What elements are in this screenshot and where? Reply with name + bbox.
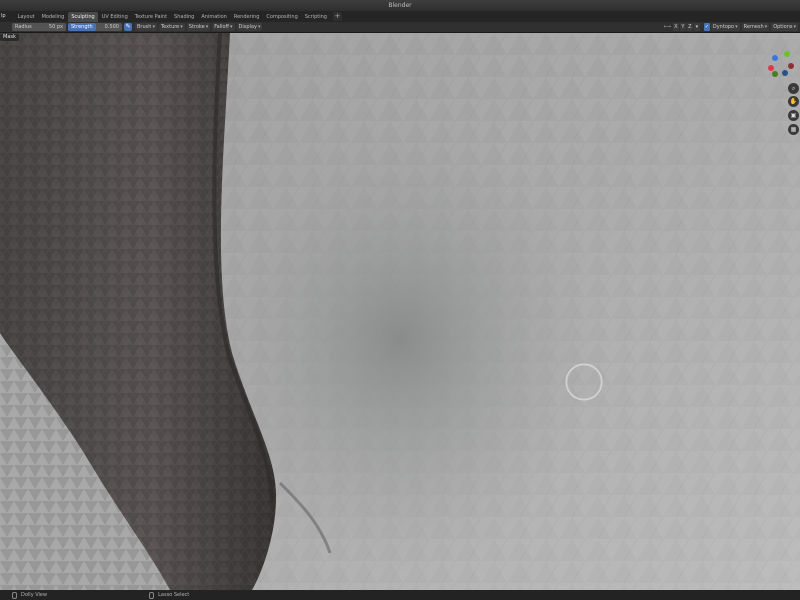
remesh-dropdown[interactable]: Remesh (741, 23, 770, 31)
camera-icon[interactable]: ▣ (788, 110, 799, 121)
hand-pan-icon[interactable]: ✋ (788, 96, 799, 107)
tab-sculpting[interactable]: Sculpting (68, 11, 98, 22)
mask-label: Mask (0, 34, 19, 41)
workspace-tab-bar: lp Layout Modeling Sculpting UV Editing … (0, 11, 800, 22)
mouse-right-icon (149, 591, 155, 599)
tab-scripting[interactable]: Scripting (302, 12, 330, 22)
strength-field[interactable]: Strength 0.500 (68, 23, 122, 31)
tab-compositing[interactable]: Compositing (263, 12, 300, 22)
symmetry-x-toggle[interactable]: X (672, 23, 679, 31)
status-bar: Dolly View Lasso Select (0, 590, 800, 600)
strength-value: 0.500 (104, 24, 119, 30)
display-dropdown[interactable]: Display (236, 23, 263, 31)
mouse-icon (12, 591, 17, 599)
sculpt-mesh-render (0, 33, 800, 590)
tab-texture-paint[interactable]: Texture Paint (132, 12, 170, 22)
radius-field[interactable]: Radius 50 px (12, 23, 66, 31)
gizmo-x-axis-icon[interactable] (768, 65, 774, 71)
tab-layout[interactable]: Layout (15, 12, 38, 22)
symmetry-options-dropdown[interactable]: ▾ (693, 23, 700, 31)
symmetry-icon: ⟷ (663, 24, 671, 30)
falloff-dropdown[interactable]: Falloff (212, 23, 235, 31)
symmetry-y-toggle[interactable]: Y (679, 23, 686, 31)
tool-settings-header: Radius 50 px Strength 0.500 ✎ Brush Text… (0, 22, 800, 33)
add-workspace-button[interactable]: + (332, 12, 342, 21)
dyntopo-checkbox[interactable]: ✓ (703, 23, 710, 31)
tab-uv-editing[interactable]: UV Editing (99, 12, 131, 22)
gizmo-neg-z-axis-icon[interactable] (782, 70, 788, 76)
dyntopo-dropdown[interactable]: Dyntopo (710, 23, 740, 31)
gizmo-neg-x-axis-icon[interactable] (788, 63, 794, 69)
radius-value: 50 px (48, 24, 63, 30)
tab-rendering[interactable]: Rendering (231, 12, 263, 22)
stroke-dropdown[interactable]: Stroke (186, 23, 211, 31)
gizmo-neg-y-axis-icon[interactable] (772, 71, 778, 77)
radius-label: Radius (15, 24, 32, 30)
texture-dropdown[interactable]: Texture (158, 23, 185, 31)
options-dropdown[interactable]: Options (771, 23, 798, 31)
brush-dropdown[interactable]: Brush (135, 23, 157, 31)
strength-label: Strength (68, 23, 96, 31)
gizmo-z-axis-icon[interactable] (772, 55, 778, 61)
window-title: Blender (388, 2, 412, 9)
tab-shading[interactable]: Shading (171, 12, 197, 22)
status-left: Dolly View (21, 592, 48, 598)
pen-pressure-icon[interactable]: ✎ (124, 23, 132, 31)
tab-animation[interactable]: Animation (198, 12, 230, 22)
zoom-icon[interactable]: ⌕ (788, 83, 799, 94)
menu-stub[interactable]: lp (0, 11, 7, 22)
tab-modeling[interactable]: Modeling (39, 12, 68, 22)
window-title-bar: Blender (0, 0, 800, 11)
grid-icon[interactable]: ▦ (788, 124, 799, 135)
gizmo-y-axis-icon[interactable] (784, 51, 790, 57)
symmetry-z-toggle[interactable]: Z (686, 23, 693, 31)
3d-viewport[interactable]: Mask ⌕ ✋ ▣ ▦ (0, 33, 800, 590)
status-right: Lasso Select (158, 592, 190, 598)
